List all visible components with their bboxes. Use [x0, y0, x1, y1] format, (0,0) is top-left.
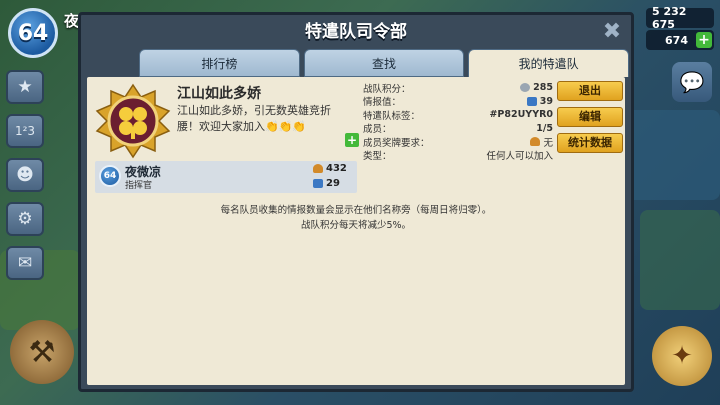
background-scenery	[620, 110, 720, 200]
info-row-members: 成员： 1/5	[363, 122, 553, 136]
points-icon	[520, 83, 531, 93]
member-intel: 29	[313, 178, 340, 189]
taskforce-hq-dialog: 特遣队司令部 ✖ 排行榜 查找 我的特遣队 江山如此多娇 江山如此多娇，引无数英…	[78, 12, 634, 392]
player-level-badge[interactable]: 64	[8, 8, 58, 58]
gear-icon: ⚙	[17, 209, 33, 229]
gold-amount: 5 232 675	[652, 5, 687, 31]
tab-search[interactable]: 查找	[303, 49, 465, 77]
info-row-intel: 情报值： 39	[363, 95, 553, 109]
info-row-tag: 特遣队标签： #P82UYYR0	[363, 108, 553, 122]
type-value: 任何人可以加入	[486, 151, 553, 163]
notice-text: 每名队员收集的情报数量会显示在他们名称旁（每周日将归零）。 战队积分每天将减少5…	[87, 203, 625, 233]
settings-button[interactable]: ⚙	[6, 202, 44, 236]
dialog-title: 特遣队司令部	[305, 22, 407, 42]
group-icon: ☻	[16, 165, 34, 185]
notice-line-2: 战队积分每天将减少5%。	[300, 220, 412, 231]
leave-button[interactable]: 退出	[557, 81, 623, 101]
points-value: 285	[533, 82, 553, 94]
map-button[interactable]: ✦	[652, 326, 712, 386]
chat-button[interactable]: 💬	[672, 62, 712, 102]
ranking-icon: 1²3	[14, 124, 36, 138]
stats-button[interactable]: 统计数据	[557, 133, 623, 153]
gem-amount: 674	[665, 33, 688, 47]
intel-value: 39	[539, 95, 553, 107]
hammer-icon: ⚒	[28, 334, 56, 370]
chat-icon: 💬	[679, 70, 705, 94]
members-label: 成员：	[363, 124, 392, 136]
intel-icon	[313, 179, 323, 188]
tag-value: #P82UYYR0	[489, 109, 553, 121]
player-name: 夜	[64, 12, 80, 30]
info-row-medal-req: 成员奖牌要求： 无	[363, 135, 553, 149]
medal-icon	[313, 164, 323, 173]
medal-icon	[530, 137, 541, 147]
favorites-button[interactable]: ★	[6, 70, 44, 104]
member-role: 指挥官	[125, 181, 153, 191]
star-icon: ★	[17, 77, 33, 97]
member-medals: 432	[313, 163, 347, 174]
member-medals-value: 432	[326, 163, 347, 174]
medal-req-label: 成员奖牌要求：	[363, 137, 430, 149]
taskforce-button[interactable]: ☻	[6, 158, 44, 192]
invite-button[interactable]: +	[345, 133, 359, 147]
mail-button[interactable]: ✉	[6, 246, 44, 280]
tab-leaderboard[interactable]: 排行榜	[139, 49, 300, 77]
edit-button[interactable]: 编辑	[557, 107, 623, 127]
tab-my-taskforce[interactable]: 我的特遣队	[468, 49, 630, 77]
members-value: 1/5	[536, 122, 553, 134]
close-icon: ✖	[602, 19, 622, 44]
intel-label: 情报值：	[363, 97, 402, 109]
team-info: 战队积分： 285 情报值： 39 特遣队标签： #P82UYYR0 成员： 1…	[363, 81, 553, 162]
team-emblem	[95, 83, 171, 159]
member-row[interactable]: 64 夜微凉 指挥官 432 29	[95, 161, 357, 193]
gold-counter: 5 232 675	[646, 5, 714, 31]
intel-icon	[526, 96, 537, 106]
background-scenery	[640, 210, 720, 310]
compass-icon: ✦	[671, 341, 693, 371]
member-level-badge: 64	[99, 165, 121, 187]
info-row-type: 类型： 任何人可以加入	[363, 149, 553, 163]
team-name: 江山如此多娇	[177, 86, 261, 102]
team-description: 江山如此多娇，引无数英雄竞折腰！欢迎大家加入👏👏👏	[177, 104, 331, 133]
player-level: 64	[17, 20, 49, 46]
leaderboard-button[interactable]: 1²3	[6, 114, 44, 148]
medal-req-value: 无	[543, 137, 553, 149]
tab-bar: 排行榜 查找 我的特遣队	[139, 49, 630, 77]
info-row-points: 战队积分： 285	[363, 81, 553, 95]
type-label: 类型：	[363, 151, 392, 163]
my-taskforce-panel: 江山如此多娇 江山如此多娇，引无数英雄竞折腰！欢迎大家加入👏👏👏 + 战队积分：…	[87, 77, 625, 385]
member-intel-value: 29	[326, 178, 340, 189]
notice-line-1: 每名队员收集的情报数量会显示在他们名称旁（每周日将归零）。	[220, 205, 492, 216]
build-button[interactable]: ⚒	[10, 320, 74, 384]
mail-icon: ✉	[17, 253, 33, 273]
tag-label: 特遣队标签：	[363, 110, 421, 122]
points-label: 战队积分：	[363, 83, 411, 95]
add-gems-button[interactable]: +	[696, 32, 712, 48]
close-button[interactable]: ✖	[599, 19, 625, 45]
